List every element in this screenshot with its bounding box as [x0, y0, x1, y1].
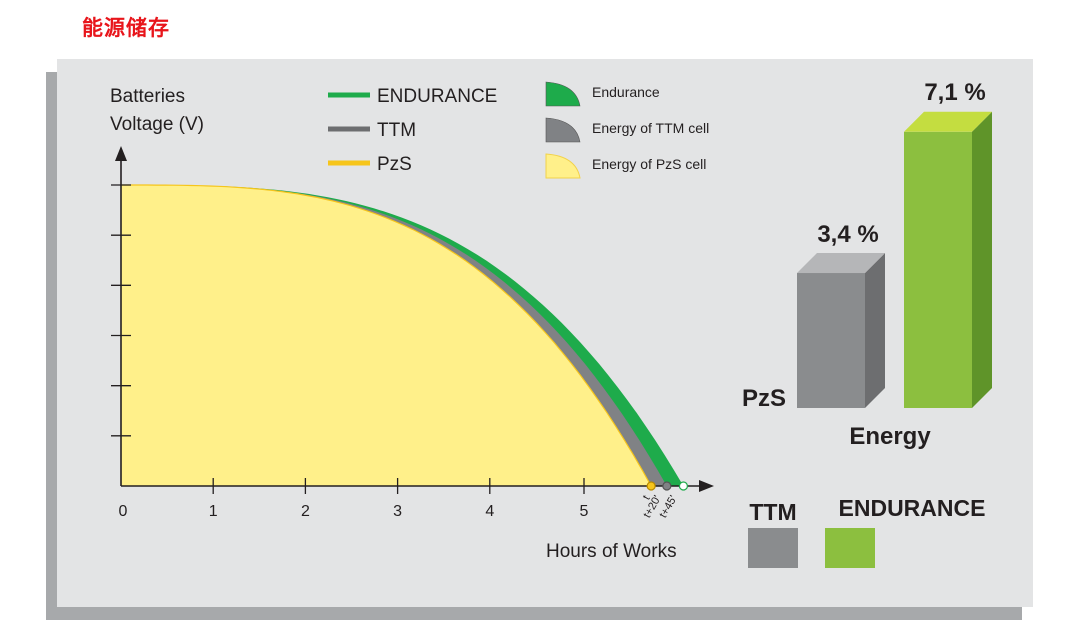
- endurance-bar-side: [972, 111, 992, 408]
- endurance-value-label: 7,1 %: [924, 79, 985, 106]
- pzs-category-label: PzS: [742, 385, 786, 412]
- legend-area-label: Energy of TTM cell: [592, 120, 709, 136]
- x-axis-label: Hours of Works: [546, 541, 677, 562]
- legend-area-swatch: [545, 81, 581, 107]
- legend-area-label: Energy of PzS cell: [592, 156, 706, 172]
- series-end-marker: [662, 481, 672, 491]
- energy-storage-chart: 0 1 2 3 4 5tt+20't+45'BatteriesVoltage (V)Hou…: [110, 79, 992, 562]
- y-axis-arrow: [115, 146, 127, 161]
- ttm-legend-swatch: [748, 528, 798, 568]
- legend-line-label: TTM: [377, 120, 416, 141]
- ttm-bar-side: [865, 253, 885, 408]
- x-tick-label: 0: [119, 503, 128, 520]
- series-end-marker: [678, 481, 689, 491]
- endurance-legend-label: ENDURANCE: [839, 495, 986, 521]
- legend-area-label: Endurance: [592, 84, 660, 100]
- ttm-legend-label: TTM: [749, 499, 796, 525]
- x-tick-label: 2: [301, 503, 310, 520]
- series-end-marker: [646, 481, 656, 491]
- x-tick-label: 1: [209, 503, 218, 520]
- x-extra-tick-label: t+45': [657, 494, 679, 521]
- ttm-value-label: 3,4 %: [817, 221, 878, 248]
- x-axis-arrow: [699, 480, 714, 492]
- x-tick-label: 3: [393, 503, 402, 520]
- y-axis-label-line2: Voltage (V): [110, 114, 204, 135]
- y-axis-label-line1: Batteries: [110, 86, 185, 107]
- endurance-legend-swatch: [825, 528, 875, 568]
- legend-area-swatch: [545, 117, 581, 143]
- legend-line-label: ENDURANCE: [377, 86, 497, 107]
- x-tick-label: 4: [485, 503, 494, 520]
- ttm-bar-front: [797, 273, 865, 408]
- legend-area-swatch: [545, 153, 581, 179]
- endurance-bar-front: [904, 131, 972, 408]
- x-tick-label: 5: [580, 503, 589, 520]
- bar-chart-title: Energy: [849, 423, 931, 450]
- legend-line-label: PzS: [377, 154, 412, 175]
